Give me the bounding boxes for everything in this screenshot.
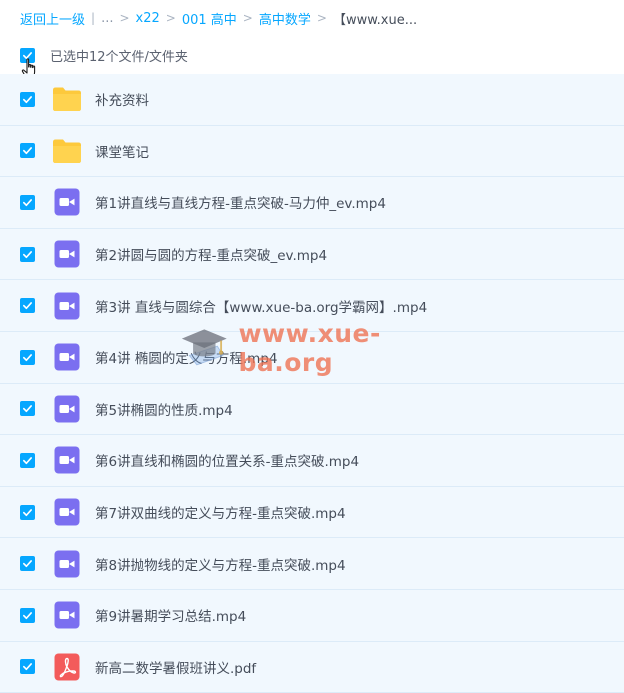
file-checkbox[interactable] <box>20 401 35 417</box>
breadcrumb-item-high-school[interactable]: 001 高中 <box>182 9 237 28</box>
check-icon <box>23 560 32 568</box>
file-checkbox[interactable] <box>20 298 35 314</box>
video-file-icon <box>52 445 82 475</box>
file-checkbox[interactable] <box>20 659 35 675</box>
breadcrumb-item-math[interactable]: 高中数学 <box>259 9 311 28</box>
breadcrumb: 返回上一级 | ... > x22 > 001 高中 > 高中数学 > 【www… <box>0 0 624 36</box>
check-icon <box>23 508 32 516</box>
file-name[interactable]: 第4讲 椭圆的定义与方程.mp4 <box>95 347 277 367</box>
back-link[interactable]: 返回上一级 <box>20 9 85 28</box>
file-checkbox[interactable] <box>20 504 35 520</box>
file-row[interactable]: 补充资料 <box>0 74 624 126</box>
file-row[interactable]: 第4讲 椭圆的定义与方程.mp4 <box>0 331 624 384</box>
file-name[interactable]: 第5讲椭圆的性质.mp4 <box>95 399 233 419</box>
file-checkbox[interactable] <box>20 143 35 159</box>
breadcrumb-separator: > <box>242 11 253 25</box>
video-file-icon <box>52 342 82 372</box>
file-checkbox[interactable] <box>20 194 35 210</box>
check-icon <box>23 199 32 207</box>
video-file-icon <box>52 549 82 579</box>
file-name[interactable]: 第3讲 直线与圆综合【www.xue-ba.org学霸网】.mp4 <box>95 296 427 316</box>
file-row[interactable]: 第2讲圆与圆的方程-重点突破_ev.mp4 <box>0 228 624 281</box>
file-name[interactable]: 第8讲抛物线的定义与方程-重点突破.mp4 <box>95 554 346 574</box>
file-name[interactable]: 新高二数学暑假班讲义.pdf <box>95 657 256 677</box>
check-icon <box>23 147 32 155</box>
check-icon <box>23 611 32 619</box>
check-icon <box>23 250 32 258</box>
file-row[interactable]: 第1讲直线与直线方程-重点突破-马力仲_ev.mp4 <box>0 177 624 229</box>
video-file-icon <box>52 600 82 630</box>
file-name[interactable]: 补充资料 <box>95 89 149 109</box>
file-name[interactable]: 课堂笔记 <box>95 141 149 161</box>
file-row[interactable]: 第3讲 直线与圆综合【www.xue-ba.org学霸网】.mp4 <box>0 280 624 332</box>
breadcrumb-ellipsis[interactable]: ... <box>101 11 113 26</box>
file-checkbox[interactable] <box>20 452 35 468</box>
file-name[interactable]: 第9讲暑期学习总结.mp4 <box>95 605 246 625</box>
video-file-icon <box>52 187 82 217</box>
check-icon <box>23 663 32 671</box>
file-row[interactable]: 第5讲椭圆的性质.mp4 <box>0 383 624 436</box>
video-file-icon <box>52 497 82 527</box>
check-icon <box>23 457 32 465</box>
check-icon <box>23 405 32 413</box>
breadcrumb-separator: | <box>91 11 96 25</box>
selection-bar: 已选中12个文件/文件夹 <box>0 36 624 74</box>
breadcrumb-separator: > <box>316 11 327 25</box>
file-checkbox[interactable] <box>20 607 35 623</box>
file-name[interactable]: 第6讲直线和椭圆的位置关系-重点突破.mp4 <box>95 450 359 470</box>
file-name[interactable]: 第1讲直线与直线方程-重点突破-马力仲_ev.mp4 <box>95 192 386 212</box>
file-row[interactable]: 第8讲抛物线的定义与方程-重点突破.mp4 <box>0 538 624 590</box>
check-icon <box>23 95 32 103</box>
select-all-checkbox[interactable] <box>20 47 35 63</box>
file-row[interactable]: 课堂笔记 <box>0 125 624 178</box>
breadcrumb-item-x22[interactable]: x22 <box>136 11 160 26</box>
check-icon <box>23 51 32 59</box>
breadcrumb-separator: > <box>165 11 176 25</box>
file-row[interactable]: 第6讲直线和椭圆的位置关系-重点突破.mp4 <box>0 435 624 487</box>
file-row[interactable]: 第7讲双曲线的定义与方程-重点突破.mp4 <box>0 486 624 539</box>
file-list: 补充资料课堂笔记第1讲直线与直线方程-重点突破-马力仲_ev.mp4 第2讲圆与圆… <box>0 74 624 693</box>
file-row[interactable]: 新高二数学暑假班讲义.pdf <box>0 641 624 693</box>
breadcrumb-current: 【www.xue... <box>332 12 418 28</box>
check-icon <box>23 353 32 361</box>
file-checkbox[interactable] <box>20 246 35 262</box>
file-checkbox[interactable] <box>20 556 35 572</box>
file-checkbox[interactable] <box>20 349 35 365</box>
video-file-icon <box>52 394 82 424</box>
file-row[interactable]: 第9讲暑期学习总结.mp4 <box>0 589 624 642</box>
pdf-file-icon <box>52 652 82 682</box>
breadcrumb-separator: > <box>119 11 130 25</box>
file-name[interactable]: 第7讲双曲线的定义与方程-重点突破.mp4 <box>95 502 346 522</box>
folder-icon <box>52 84 82 114</box>
file-checkbox[interactable] <box>20 91 35 107</box>
file-name[interactable]: 第2讲圆与圆的方程-重点突破_ev.mp4 <box>95 244 327 264</box>
video-file-icon <box>52 291 82 321</box>
selection-count-text: 已选中12个文件/文件夹 <box>50 49 188 65</box>
folder-icon <box>52 136 82 166</box>
check-icon <box>23 302 32 310</box>
video-file-icon <box>52 239 82 269</box>
